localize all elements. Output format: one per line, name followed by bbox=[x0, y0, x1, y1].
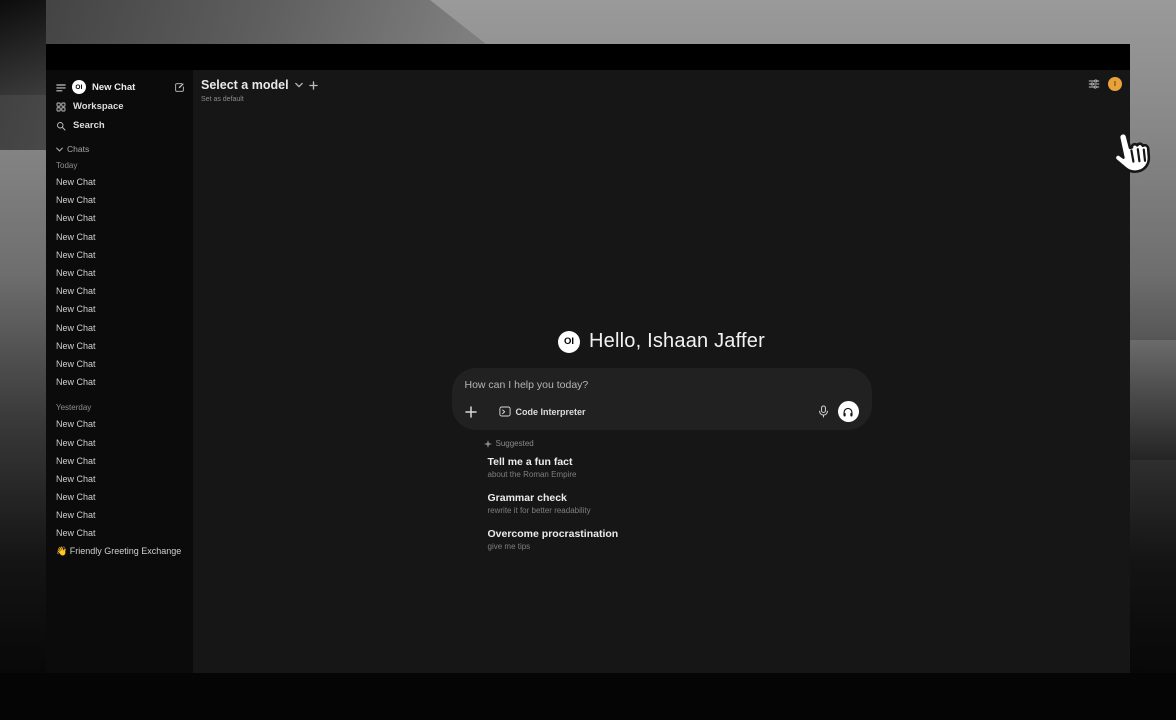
sidebar-title: New Chat bbox=[92, 82, 168, 93]
sidebar-chat-item[interactable]: New Chat bbox=[56, 264, 185, 282]
sidebar-chat-item[interactable]: New Chat bbox=[56, 300, 185, 318]
suggestion-subtitle: about the Roman Empire bbox=[488, 470, 872, 479]
suggestion-title: Tell me a fun fact bbox=[488, 456, 872, 468]
chats-section-header[interactable]: Chats bbox=[56, 141, 185, 157]
suggestion-item[interactable]: Tell me a fun fact about the Roman Empir… bbox=[488, 456, 872, 479]
wallpaper-shape bbox=[0, 0, 46, 95]
sidebar-item-search[interactable]: Search bbox=[56, 116, 185, 135]
code-interpreter-label: Code Interpreter bbox=[516, 407, 586, 417]
controls-sliders-icon[interactable] bbox=[1088, 78, 1100, 90]
suggestions-list: Tell me a fun fact about the Roman Empir… bbox=[488, 456, 872, 551]
suggestion-title: Overcome procrastination bbox=[488, 528, 872, 540]
sidebar-chat-item[interactable]: New Chat bbox=[56, 246, 185, 264]
message-input-box[interactable]: How can I help you today? Code Interpret… bbox=[452, 368, 872, 430]
user-avatar[interactable]: I bbox=[1108, 77, 1122, 91]
sparkle-icon bbox=[484, 440, 492, 448]
greeting: OI Hello, Ishaan Jaffer bbox=[452, 330, 872, 353]
chevron-down-icon bbox=[295, 82, 303, 88]
app-window: OI New Chat Workspace Searc bbox=[46, 44, 1130, 673]
app-logo: OI bbox=[558, 331, 580, 353]
suggestion-item[interactable]: Overcome procrastination give me tips bbox=[488, 528, 872, 551]
sidebar: OI New Chat Workspace Searc bbox=[46, 70, 193, 673]
suggested-label: Suggested bbox=[496, 439, 534, 448]
model-selector[interactable]: Select a model bbox=[201, 78, 318, 92]
sidebar-chat-item[interactable]: New Chat bbox=[56, 373, 185, 391]
sidebar-chat-item[interactable]: New Chat bbox=[56, 452, 185, 470]
today-chat-list: New ChatNew ChatNew ChatNew ChatNew Chat… bbox=[56, 173, 185, 391]
greeting-text: Hello, Ishaan Jaffer bbox=[589, 330, 765, 353]
app-logo: OI bbox=[72, 80, 86, 94]
suggested-header: Suggested bbox=[484, 439, 872, 448]
main-area: Select a model Set as default I bbox=[193, 70, 1130, 673]
yesterday-chat-list: New ChatNew ChatNew ChatNew ChatNew Chat… bbox=[56, 415, 185, 561]
wallpaper-shape bbox=[0, 673, 1176, 720]
date-label-today: Today bbox=[56, 158, 185, 173]
sidebar-chat-item[interactable]: New Chat bbox=[56, 209, 185, 227]
suggestion-subtitle: give me tips bbox=[488, 542, 872, 551]
sidebar-chat-item[interactable]: New Chat bbox=[56, 355, 185, 373]
sidebar-chat-item[interactable]: New Chat bbox=[56, 337, 185, 355]
sidebar-chat-item[interactable]: New Chat bbox=[56, 173, 185, 191]
new-chat-icon[interactable] bbox=[174, 82, 185, 93]
sidebar-item-workspace[interactable]: Workspace bbox=[56, 97, 185, 116]
chats-header-label: Chats bbox=[67, 144, 89, 154]
sidebar-chat-item[interactable]: New Chat bbox=[56, 506, 185, 524]
workspace-label: Workspace bbox=[73, 101, 124, 112]
sidebar-chat-item[interactable]: New Chat bbox=[56, 524, 185, 542]
wallpaper-shape bbox=[1130, 340, 1176, 460]
model-selector-label: Select a model bbox=[201, 78, 289, 92]
date-label-yesterday: Yesterday bbox=[56, 400, 185, 415]
screen: OI New Chat Workspace Searc bbox=[0, 0, 1176, 720]
code-interpreter-toggle[interactable]: Code Interpreter bbox=[499, 406, 586, 417]
chevron-down-icon bbox=[56, 147, 63, 152]
message-input-placeholder: How can I help you today? bbox=[465, 379, 859, 391]
window-titlebar bbox=[46, 44, 1130, 70]
sidebar-chat-item[interactable]: New Chat bbox=[56, 415, 185, 433]
sidebar-toggle-icon[interactable] bbox=[56, 83, 66, 92]
search-label: Search bbox=[73, 120, 105, 131]
suggestion-subtitle: rewrite it for better readability bbox=[488, 506, 872, 515]
sidebar-chat-item[interactable]: New Chat bbox=[56, 228, 185, 246]
search-icon bbox=[56, 121, 66, 131]
voice-call-button[interactable] bbox=[838, 401, 859, 422]
microphone-icon[interactable] bbox=[818, 405, 829, 418]
sidebar-chat-item[interactable]: New Chat bbox=[56, 282, 185, 300]
add-model-icon[interactable] bbox=[309, 81, 318, 90]
set-default-link[interactable]: Set as default bbox=[201, 96, 244, 103]
sidebar-chat-item[interactable]: 👋 Friendly Greeting Exchange bbox=[56, 543, 185, 561]
sidebar-chat-item[interactable]: New Chat bbox=[56, 319, 185, 337]
sidebar-chat-item[interactable]: New Chat bbox=[56, 433, 185, 451]
suggestion-item[interactable]: Grammar check rewrite it for better read… bbox=[488, 492, 872, 515]
workspace-grid-icon bbox=[56, 102, 66, 112]
attach-plus-icon[interactable] bbox=[465, 406, 477, 418]
suggestion-title: Grammar check bbox=[488, 492, 872, 504]
terminal-icon bbox=[499, 406, 511, 417]
sidebar-chat-item[interactable]: New Chat bbox=[56, 191, 185, 209]
sidebar-chat-item[interactable]: New Chat bbox=[56, 488, 185, 506]
sidebar-chat-item[interactable]: New Chat bbox=[56, 470, 185, 488]
